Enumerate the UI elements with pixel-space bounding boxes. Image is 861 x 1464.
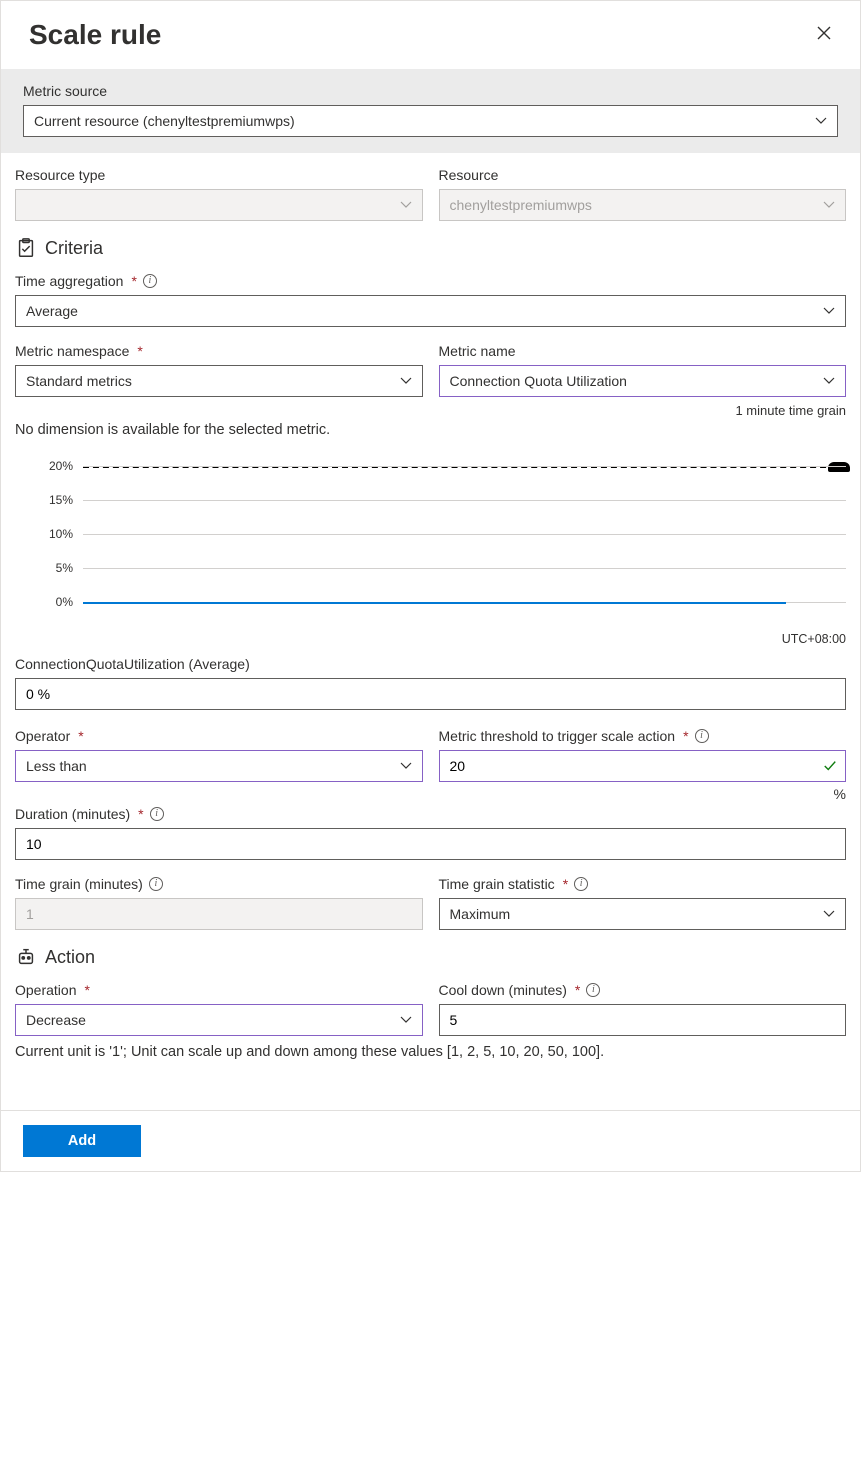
info-icon[interactable]: i — [586, 983, 600, 997]
metric-namespace-dropdown[interactable]: Standard metrics — [15, 365, 423, 397]
chart-y-tick: 0% — [56, 595, 73, 609]
info-icon[interactable]: i — [574, 877, 588, 891]
time-grain-input — [15, 898, 423, 930]
scale-note: Current unit is '1'; Unit can scale up a… — [15, 1044, 846, 1060]
required-indicator: * — [131, 273, 136, 289]
resource-type-label: Resource type — [15, 167, 423, 183]
time-aggregation-label: Time aggregation — [15, 273, 123, 289]
chevron-down-icon — [400, 1014, 412, 1026]
resource-dropdown: chenyltestpremiumwps — [439, 189, 847, 221]
time-aggregation-value: Average — [26, 303, 78, 319]
resource-value: chenyltestpremiumwps — [450, 197, 592, 213]
metric-source-dropdown[interactable]: Current resource (chenyltestpremiumwps) — [23, 105, 838, 137]
chart-y-tick: 5% — [56, 561, 73, 575]
required-indicator: * — [78, 728, 83, 744]
robot-icon — [15, 946, 37, 968]
metric-source-value: Current resource (chenyltestpremiumwps) — [34, 113, 295, 129]
cqu-value-field[interactable] — [15, 678, 846, 710]
cooldown-input[interactable] — [439, 1004, 847, 1036]
chevron-down-icon — [823, 199, 835, 211]
chevron-down-icon — [823, 305, 835, 317]
chevron-down-icon — [400, 760, 412, 772]
close-icon[interactable] — [816, 24, 832, 47]
time-grain-stat-dropdown[interactable]: Maximum — [439, 898, 847, 930]
metric-name-value: Connection Quota Utilization — [450, 373, 627, 389]
chevron-down-icon — [400, 199, 412, 211]
chart-y-tick: 15% — [49, 493, 73, 507]
chevron-down-icon — [815, 115, 827, 127]
required-indicator: * — [575, 982, 580, 998]
operation-dropdown[interactable]: Decrease — [15, 1004, 423, 1036]
cqu-label: ConnectionQuotaUtilization (Average) — [15, 656, 846, 672]
metric-time-grain-hint: 1 minute time grain — [439, 403, 847, 418]
time-aggregation-dropdown[interactable]: Average — [15, 295, 846, 327]
valid-check-icon — [823, 759, 837, 773]
operation-value: Decrease — [26, 1012, 86, 1028]
info-icon[interactable]: i — [149, 877, 163, 891]
chart-marker-icon — [828, 462, 850, 472]
dimension-note: No dimension is available for the select… — [15, 422, 846, 438]
time-grain-stat-value: Maximum — [450, 906, 511, 922]
chart-y-tick: 10% — [49, 527, 73, 541]
info-icon[interactable]: i — [150, 807, 164, 821]
threshold-unit: % — [439, 786, 847, 802]
operator-value: Less than — [26, 758, 87, 774]
threshold-input[interactable] — [450, 758, 824, 774]
metric-source-label: Metric source — [23, 83, 838, 99]
clipboard-icon — [15, 237, 37, 259]
resource-label: Resource — [439, 167, 847, 183]
duration-input[interactable] — [15, 828, 846, 860]
chart-y-tick: 20% — [49, 459, 73, 473]
duration-label: Duration (minutes) — [15, 806, 130, 822]
add-button[interactable]: Add — [23, 1125, 141, 1157]
threshold-label: Metric threshold to trigger scale action — [439, 728, 676, 744]
info-icon[interactable]: i — [695, 729, 709, 743]
metric-namespace-label: Metric namespace — [15, 343, 129, 359]
operation-label: Operation — [15, 982, 76, 998]
time-grain-label: Time grain (minutes) — [15, 876, 143, 892]
action-heading: Action — [45, 947, 95, 968]
time-grain-stat-label: Time grain statistic — [439, 876, 555, 892]
required-indicator: * — [84, 982, 89, 998]
page-title: Scale rule — [29, 19, 161, 51]
required-indicator: * — [683, 728, 688, 744]
info-icon[interactable]: i — [143, 274, 157, 288]
cooldown-label: Cool down (minutes) — [439, 982, 567, 998]
metric-name-dropdown[interactable]: Connection Quota Utilization — [439, 365, 847, 397]
metric-name-label: Metric name — [439, 343, 847, 359]
chevron-down-icon — [400, 375, 412, 387]
threshold-input-wrapper[interactable] — [439, 750, 847, 782]
operator-label: Operator — [15, 728, 70, 744]
metric-namespace-value: Standard metrics — [26, 373, 132, 389]
chevron-down-icon — [823, 375, 835, 387]
criteria-heading: Criteria — [45, 238, 103, 259]
metric-chart: 20% 15% 10% 5% 0% — [39, 458, 846, 628]
resource-type-dropdown — [15, 189, 423, 221]
required-indicator: * — [138, 806, 143, 822]
required-indicator: * — [137, 343, 142, 359]
chart-timezone: UTC+08:00 — [15, 632, 846, 646]
chevron-down-icon — [823, 908, 835, 920]
required-indicator: * — [563, 876, 568, 892]
chart-series-line — [83, 602, 786, 604]
operator-dropdown[interactable]: Less than — [15, 750, 423, 782]
